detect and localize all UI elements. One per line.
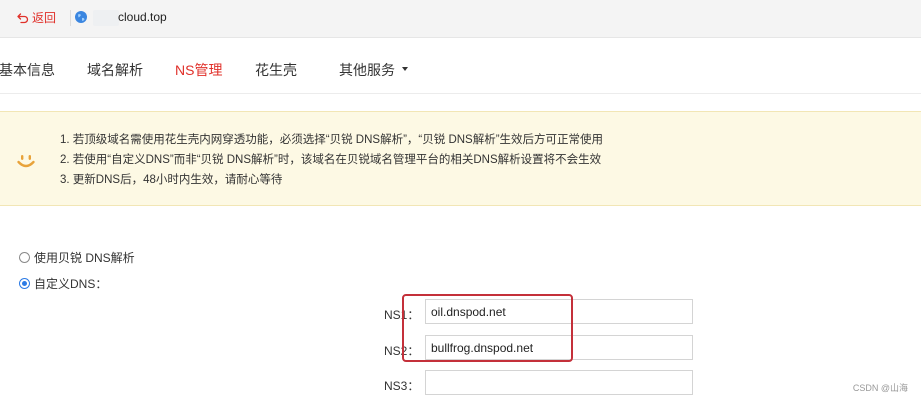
tab-basic-info[interactable]: 基本信息 <box>0 60 55 80</box>
radio-label: 使用贝锐 DNS解析 <box>34 251 135 265</box>
top-bar: 返回 cloud.top <box>0 0 921 38</box>
smile-icon <box>17 155 35 168</box>
tab-other-services-label: 其他服务 <box>339 62 395 78</box>
ns1-input[interactable] <box>425 299 693 324</box>
radio-button[interactable] <box>19 252 30 263</box>
ns2-label: NS2： <box>384 344 420 358</box>
caret-down-icon <box>402 67 408 72</box>
notice-item: 3. 更新DNS后，48小时内生效，请耐心等待 <box>60 174 283 186</box>
radio-custom-dns[interactable]: 自定义DNS： <box>19 275 107 292</box>
undo-arrow-icon <box>17 12 29 23</box>
ns3-label: NS3： <box>384 379 420 393</box>
globe-icon <box>75 11 87 23</box>
divider <box>70 10 71 26</box>
redacted-domain-prefix <box>93 10 119 26</box>
radio-button-checked[interactable] <box>19 278 30 289</box>
tab-underline-divider <box>0 93 921 94</box>
ns2-input[interactable] <box>425 335 693 360</box>
ns3-input[interactable] <box>425 370 693 395</box>
notice-item: 1. 若顶级域名需使用花生壳内网穿透功能，必须选择“贝锐 DNS解析”，“贝锐 … <box>60 134 604 146</box>
tab-other-services[interactable]: 其他服务 <box>339 60 408 80</box>
notice-item: 2. 若使用“自定义DNS”而非“贝锐 DNS解析”时，该域名在贝锐域名管理平台… <box>60 154 602 166</box>
notice-list: 1. 若顶级域名需使用花生壳内网穿透功能，必须选择“贝锐 DNS解析”，“贝锐 … <box>60 130 603 190</box>
back-button[interactable]: 返回 <box>16 9 56 26</box>
tab-domain-resolution[interactable]: 域名解析 <box>87 60 143 80</box>
watermark: CSDN @山海 <box>852 383 908 393</box>
domain-name: cloud.top <box>118 10 167 24</box>
notice-banner: 1. 若顶级域名需使用花生壳内网穿透功能，必须选择“贝锐 DNS解析”，“贝锐 … <box>0 111 921 206</box>
tab-oray[interactable]: 花生壳 <box>255 60 297 80</box>
radio-label: 自定义DNS： <box>34 277 108 291</box>
tab-ns-management[interactable]: NS管理 <box>175 60 222 80</box>
ns1-label: NS1： <box>384 308 420 322</box>
back-label: 返回 <box>32 11 57 25</box>
radio-beirui-dns[interactable]: 使用贝锐 DNS解析 <box>19 249 135 266</box>
